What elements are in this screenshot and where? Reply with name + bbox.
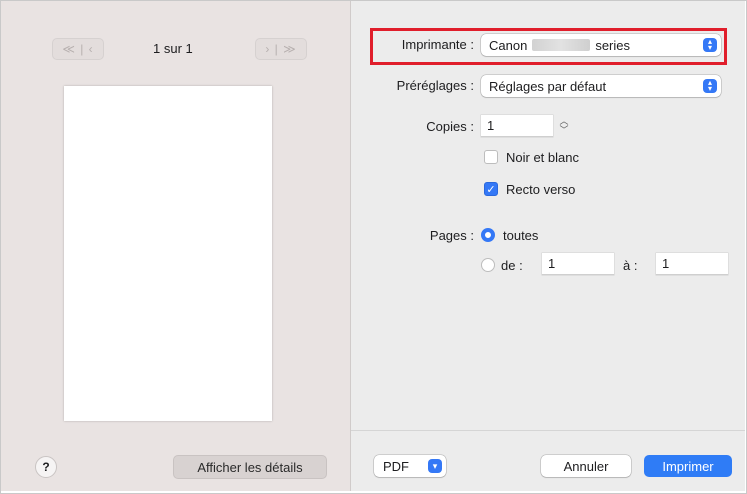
presets-label: Préréglages : — [396, 78, 474, 93]
previous-page-buttons[interactable]: ≪ | ‹ — [52, 38, 104, 60]
highlight-box — [370, 28, 727, 65]
presets-value: Réglages par défaut — [489, 78, 607, 94]
black-white-label: Noir et blanc — [506, 150, 579, 165]
show-details-button[interactable]: Afficher les détails — [173, 455, 327, 479]
pages-to-field[interactable]: 1 — [656, 253, 728, 275]
presets-popup[interactable]: Réglages par défaut ▴ ▾ — [481, 75, 721, 97]
copies-label: Copies : — [426, 119, 474, 134]
next-page-buttons[interactable]: › | ≫ — [255, 38, 307, 60]
popup-chevron-icon: ▴ ▾ — [703, 79, 717, 93]
preview-panel: ≪ | ‹ 1 sur 1 › | ≫ ? Afficher les détai… — [1, 1, 351, 491]
checkmark-icon: ✓ — [486, 183, 496, 196]
pages-all-radio[interactable] — [481, 228, 495, 242]
copies-field[interactable]: 1 — [481, 115, 553, 137]
black-white-checkbox[interactable] — [484, 150, 498, 164]
pdf-label: PDF — [383, 458, 409, 474]
pages-label: Pages : — [429, 228, 474, 243]
footer-divider — [351, 430, 745, 431]
question-mark-icon: ? — [42, 460, 50, 474]
page-indicator: 1 sur 1 — [153, 41, 193, 56]
chevron-down-icon: ▾ — [428, 459, 442, 473]
pages-from-field[interactable]: 1 — [542, 253, 614, 275]
help-button[interactable]: ? — [35, 456, 57, 478]
duplex-checkbox[interactable]: ✓ — [484, 182, 498, 196]
duplex-label: Recto verso — [506, 182, 576, 197]
pages-range-radio[interactable] — [481, 258, 495, 272]
page-preview — [64, 86, 272, 421]
print-button[interactable]: Imprimer — [644, 455, 732, 477]
copies-stepper[interactable]: ︿ ﹀ — [556, 115, 572, 137]
cancel-button[interactable]: Annuler — [541, 455, 631, 477]
pages-to-label: à : — [623, 258, 638, 273]
pages-range-label: de : — [501, 258, 523, 273]
stepper-down-icon: ﹀ — [559, 125, 569, 135]
pdf-menu-button[interactable]: PDF ▾ — [374, 455, 446, 477]
pages-all-label: toutes — [503, 228, 539, 243]
